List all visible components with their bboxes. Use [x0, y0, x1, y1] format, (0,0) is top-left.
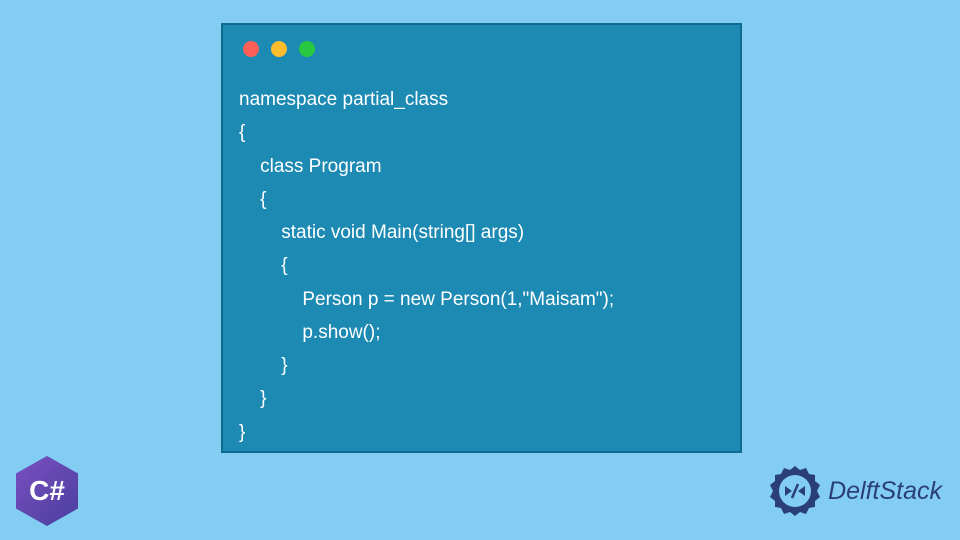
code-line: { — [239, 116, 724, 149]
code-line: static void Main(string[] args) — [239, 216, 724, 249]
code-line: } — [239, 349, 724, 382]
code-line: namespace partial_class — [239, 83, 724, 116]
code-line: } — [239, 416, 724, 449]
maximize-icon — [299, 41, 315, 57]
code-window: namespace partial_class { class Program … — [221, 23, 742, 453]
code-line: Person p = new Person(1,"Maisam"); — [239, 283, 724, 316]
close-icon — [243, 41, 259, 57]
code-line: { — [239, 249, 724, 282]
code-line: } — [239, 382, 724, 415]
code-line: class Program — [239, 150, 724, 183]
csharp-logo-text: C# — [29, 475, 65, 507]
minimize-icon — [271, 41, 287, 57]
code-line: { — [239, 183, 724, 216]
code-line: p.show(); — [239, 316, 724, 349]
window-controls — [223, 25, 740, 65]
code-body: namespace partial_class { class Program … — [223, 65, 740, 465]
csharp-logo: C# — [16, 456, 78, 526]
delftstack-text: DelftStack — [828, 477, 942, 506]
delftstack-logo: DelftStack — [768, 464, 942, 518]
gear-icon — [768, 464, 822, 518]
